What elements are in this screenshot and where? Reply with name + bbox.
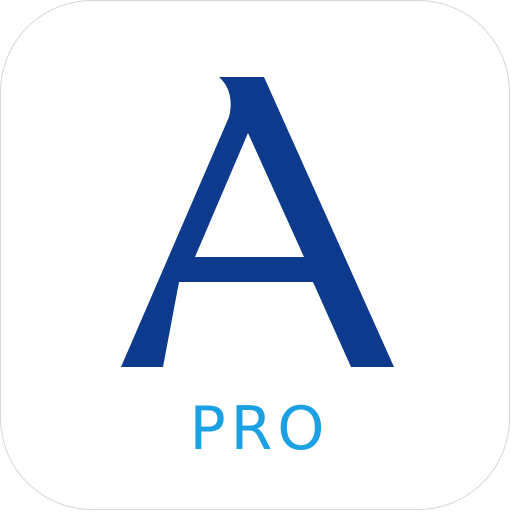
pro-label: PRO [189, 394, 330, 464]
app-icon-tile[interactable]: PRO [0, 0, 510, 510]
